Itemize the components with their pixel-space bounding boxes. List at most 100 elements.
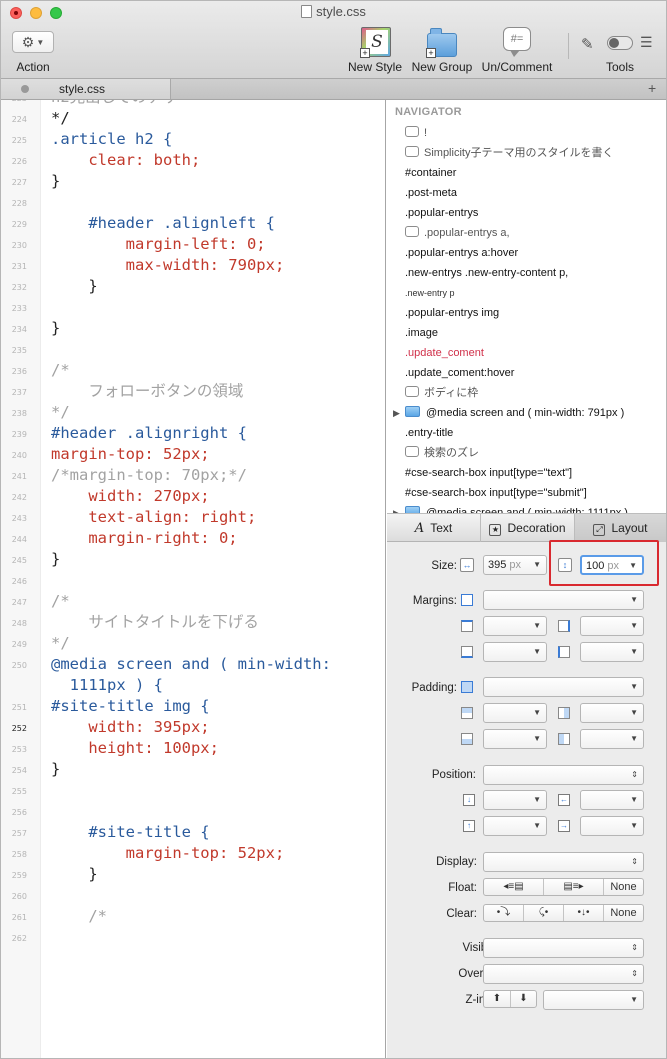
- code-line[interactable]: 243 text-align: right;: [1, 507, 385, 528]
- navigator-item[interactable]: .new-entrys .new-entry-content p,: [405, 263, 568, 283]
- code-line[interactable]: 229 #header .alignleft {: [1, 213, 385, 234]
- code-line[interactable]: 240 margin-top: 52px;: [1, 444, 385, 465]
- code-line[interactable]: 258 margin-top: 52px;: [1, 843, 385, 864]
- code-line[interactable]: 231 max-width: 790px;: [1, 255, 385, 276]
- code-line[interactable]: 257 #site-title {: [1, 822, 385, 843]
- wrench-icon[interactable]: ✎: [581, 35, 594, 53]
- clear-both-button[interactable]: •↓•: [564, 905, 604, 921]
- navigator-item[interactable]: ボディに枠: [405, 383, 478, 403]
- padding-right-select[interactable]: ▼: [580, 703, 644, 723]
- visibility-select[interactable]: ⇕: [483, 938, 644, 958]
- comment-bubble-icon[interactable]: #=: [503, 27, 531, 57]
- code-line[interactable]: 237 フォローボタンの領域: [1, 381, 385, 402]
- code-line[interactable]: 259 }: [1, 864, 385, 885]
- navigator-item[interactable]: .new-entry p: [405, 283, 455, 303]
- position-bottom-select[interactable]: ▼: [483, 816, 547, 836]
- code-line[interactable]: 247 /*: [1, 591, 385, 612]
- code-line[interactable]: 246: [1, 570, 385, 591]
- code-line[interactable]: 250 @media screen and ( min-width:: [1, 654, 385, 675]
- disclosure-triangle-icon[interactable]: ▶: [393, 403, 400, 423]
- code-line[interactable]: 244 margin-right: 0;: [1, 528, 385, 549]
- position-top-select[interactable]: ▼: [483, 790, 547, 810]
- code-line[interactable]: 242 width: 270px;: [1, 486, 385, 507]
- navigator-item[interactable]: .popular-entrys: [405, 203, 478, 223]
- padding-left-select[interactable]: ▼: [580, 729, 644, 749]
- navigator-item[interactable]: !: [405, 123, 427, 143]
- clear-left-button[interactable]: •⤵: [484, 905, 524, 921]
- padding-all-select[interactable]: ▼: [483, 677, 644, 697]
- overflow-select[interactable]: ⇕: [483, 964, 644, 984]
- code-editor[interactable]: 223 h2見出しでのデザ 224 */ 225 .article h2 {226 cle…: [1, 100, 386, 1058]
- tab-layout[interactable]: ⤢ Layout: [575, 514, 666, 542]
- margin-left-select[interactable]: ▼: [580, 642, 644, 662]
- float-right-button[interactable]: ▤≡▸: [544, 879, 604, 895]
- navigator-item[interactable]: .popular-entrys a:hover: [405, 243, 518, 263]
- tab-text[interactable]: A Text: [387, 514, 480, 542]
- code-line[interactable]: 251 #site-title img {: [1, 696, 385, 717]
- navigator-item[interactable]: .update_coment:hover: [405, 363, 514, 383]
- code-line[interactable]: 235: [1, 339, 385, 360]
- navigator-item[interactable]: .popular-entrys a,: [405, 223, 510, 243]
- navigator-item[interactable]: .update_coment: [405, 343, 484, 363]
- width-field[interactable]: 395 px ▼: [483, 555, 547, 575]
- navigator-item[interactable]: ▶ @media screen and ( min-width: 791px ): [393, 403, 624, 423]
- position-select[interactable]: ⇕: [483, 765, 644, 785]
- code-line[interactable]: 260: [1, 885, 385, 906]
- code-line[interactable]: 239 #header .alignright {: [1, 423, 385, 444]
- code-line[interactable]: 256: [1, 801, 385, 822]
- code-line[interactable]: 252 width: 395px;: [1, 717, 385, 738]
- navigator-item[interactable]: #cse-search-box input[type="submit"]: [405, 483, 587, 503]
- navigator-item[interactable]: 検索のズレ: [405, 443, 479, 463]
- margin-all-select[interactable]: ▼: [483, 590, 644, 610]
- code-line[interactable]: 255: [1, 780, 385, 801]
- tab-style-css[interactable]: style.css: [1, 79, 171, 99]
- code-line[interactable]: 230 margin-left: 0;: [1, 234, 385, 255]
- padding-bottom-select[interactable]: ▼: [483, 729, 547, 749]
- navigator-item[interactable]: .entry-title: [405, 423, 453, 443]
- code-line[interactable]: 262: [1, 927, 385, 948]
- action-button[interactable]: ⚙ ▼: [12, 31, 54, 53]
- position-left-select[interactable]: ▼: [580, 816, 644, 836]
- code-line[interactable]: 236 /*: [1, 360, 385, 381]
- navigator-item[interactable]: .post-meta: [405, 183, 457, 203]
- new-style-button[interactable]: S +: [360, 27, 391, 58]
- code-line[interactable]: 232 }: [1, 276, 385, 297]
- float-left-button[interactable]: ◂≡▤: [484, 879, 544, 895]
- display-select[interactable]: ⇕: [483, 852, 644, 872]
- code-line[interactable]: 248 サイトタイトルを下げる: [1, 612, 385, 633]
- code-line[interactable]: 261 /*: [1, 906, 385, 927]
- margin-top-select[interactable]: ▼: [483, 616, 547, 636]
- code-line[interactable]: 226 clear: both;: [1, 150, 385, 171]
- code-line[interactable]: 233: [1, 297, 385, 318]
- code-line[interactable]: 241 /*margin-top: 70px;*/: [1, 465, 385, 486]
- float-none-button[interactable]: None: [604, 879, 643, 895]
- code-line[interactable]: 238 */: [1, 402, 385, 423]
- code-line[interactable]: 249 */: [1, 633, 385, 654]
- new-group-button[interactable]: +: [426, 28, 457, 58]
- navigator-item[interactable]: .image: [405, 323, 438, 343]
- menu-lines-icon[interactable]: ☰: [640, 34, 653, 51]
- disclosure-triangle-icon[interactable]: ▶: [393, 503, 400, 513]
- code-line[interactable]: 223 h2見出しでのデザ: [1, 100, 385, 108]
- code-line[interactable]: 228: [1, 192, 385, 213]
- code-line[interactable]: 234}: [1, 318, 385, 339]
- send-backward-button[interactable]: ⬇: [511, 991, 536, 1007]
- navigator-item[interactable]: .popular-entrys img: [405, 303, 499, 323]
- code-line[interactable]: 225 .article h2 {: [1, 129, 385, 150]
- add-tab-icon[interactable]: +: [648, 80, 656, 96]
- position-right-select[interactable]: ▼: [580, 790, 644, 810]
- navigator-item[interactable]: ▶ @media screen and ( min-width: 1111px ): [393, 503, 628, 513]
- margin-bottom-select[interactable]: ▼: [483, 642, 547, 662]
- navigator-item[interactable]: #cse-search-box input[type="text"]: [405, 463, 572, 483]
- margin-right-select[interactable]: ▼: [580, 616, 644, 636]
- toggle-switch[interactable]: [607, 36, 633, 50]
- clear-none-button[interactable]: None: [604, 905, 643, 921]
- code-line[interactable]: 1111px ) {: [1, 675, 385, 696]
- navigator-item[interactable]: #container: [405, 163, 456, 183]
- padding-top-select[interactable]: ▼: [483, 703, 547, 723]
- code-line[interactable]: 227}: [1, 171, 385, 192]
- bring-forward-button[interactable]: ⬆: [484, 991, 511, 1007]
- navigator-item[interactable]: Simplicity子テーマ用のスタイルを書く: [405, 143, 613, 163]
- clear-right-button[interactable]: ⤹•: [524, 905, 564, 921]
- code-line[interactable]: 245}: [1, 549, 385, 570]
